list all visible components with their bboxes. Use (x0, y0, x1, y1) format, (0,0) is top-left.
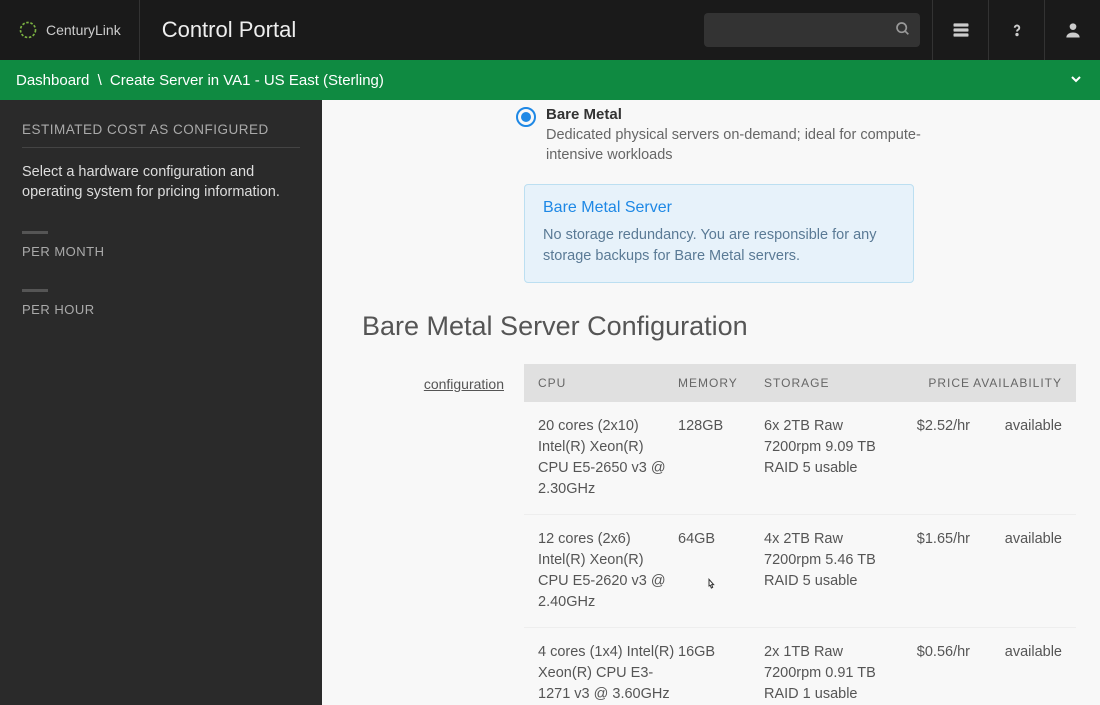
cost-sidebar: ESTIMATED COST AS CONFIGURED Select a ha… (0, 100, 322, 705)
table-row[interactable]: 4 cores (1x4) Intel(R) Xeon(R) CPU E3-12… (524, 628, 1076, 705)
cell-availability: available (970, 529, 1062, 613)
table-row[interactable]: 12 cores (2x6) Intel(R) Xeon(R) CPU E5-2… (524, 515, 1076, 628)
th-storage: STORAGE (764, 376, 876, 390)
breadcrumb-page[interactable]: Create Server in VA1 - US East (Sterling… (110, 72, 384, 89)
configuration-label[interactable]: configuration (424, 376, 504, 392)
info-callout: Bare Metal Server No storage redundancy.… (524, 184, 914, 284)
cell-memory: 16GB (678, 642, 764, 705)
th-cpu: CPU (538, 376, 678, 390)
servers-icon-button[interactable] (932, 0, 988, 60)
chevron-down-icon[interactable] (1068, 71, 1084, 90)
section-heading: Bare Metal Server Configuration (362, 311, 1076, 342)
th-memory: MEMORY (678, 376, 764, 390)
radio-selected-icon[interactable] (516, 107, 536, 127)
per-month-label: PER MONTH (22, 244, 300, 259)
breadcrumb-separator: \ (94, 72, 106, 89)
cost-help-text: Select a hardware configuration and oper… (22, 162, 300, 203)
app-title: Control Portal (140, 17, 704, 43)
user-icon-button[interactable] (1044, 0, 1100, 60)
cell-storage: 4x 2TB Raw 7200rpm 5.46 TB RAID 5 usable (764, 529, 876, 613)
brand-name: CenturyLink (46, 22, 121, 38)
cell-price: $2.52/hr (876, 416, 970, 500)
server-type-description: Dedicated physical servers on-demand; id… (546, 125, 936, 166)
cell-storage: 2x 1TB Raw 7200rpm 0.91 TB RAID 1 usable (764, 642, 876, 705)
cell-price: $1.65/hr (876, 529, 970, 613)
per-hour-label: PER HOUR (22, 302, 300, 317)
breadcrumb-bar: Dashboard \ Create Server in VA1 - US Ea… (0, 60, 1100, 100)
global-search[interactable] (704, 13, 920, 47)
per-month-dash (22, 231, 48, 234)
help-icon-button[interactable] (988, 0, 1044, 60)
cell-availability: available (970, 416, 1062, 500)
main-content: Bare Metal Dedicated physical servers on… (322, 100, 1100, 705)
search-icon[interactable] (895, 21, 911, 40)
cell-cpu: 12 cores (2x6) Intel(R) Xeon(R) CPU E5-2… (538, 529, 678, 613)
server-type-option[interactable]: Bare Metal Dedicated physical servers on… (516, 106, 1076, 166)
cell-memory: 64GB (678, 529, 764, 613)
top-bar: CenturyLink Control Portal (0, 0, 1100, 60)
configuration-table: CPU MEMORY STORAGE PRICE AVAILABILITY 20… (524, 364, 1076, 705)
cell-storage: 6x 2TB Raw 7200rpm 9.09 TB RAID 5 usable (764, 416, 876, 500)
th-availability: AVAILABILITY (970, 376, 1062, 390)
centurylink-logo-icon (18, 20, 38, 40)
breadcrumb: Dashboard \ Create Server in VA1 - US Ea… (16, 72, 1068, 89)
cell-cpu: 20 cores (2x10) Intel(R) Xeon(R) CPU E5-… (538, 416, 678, 500)
table-row[interactable]: 20 cores (2x10) Intel(R) Xeon(R) CPU E5-… (524, 402, 1076, 515)
info-callout-title: Bare Metal Server (543, 199, 895, 217)
brand-logo-area[interactable]: CenturyLink (0, 0, 140, 60)
cursor-pointer-icon (703, 577, 719, 599)
th-price: PRICE (876, 376, 970, 390)
cell-price: $0.56/hr (876, 642, 970, 705)
sidebar-divider (22, 147, 300, 148)
table-header-row: CPU MEMORY STORAGE PRICE AVAILABILITY (524, 364, 1076, 402)
breadcrumb-dashboard-link[interactable]: Dashboard (16, 72, 89, 89)
cell-memory: 128GB (678, 416, 764, 500)
per-hour-dash (22, 289, 48, 292)
estimated-cost-title: ESTIMATED COST AS CONFIGURED (22, 122, 300, 137)
cell-cpu: 4 cores (1x4) Intel(R) Xeon(R) CPU E3-12… (538, 642, 678, 705)
cell-availability: available (970, 642, 1062, 705)
server-type-label: Bare Metal (546, 106, 936, 123)
info-callout-text: No storage redundancy. You are responsib… (543, 225, 895, 269)
search-input[interactable] (714, 22, 895, 38)
